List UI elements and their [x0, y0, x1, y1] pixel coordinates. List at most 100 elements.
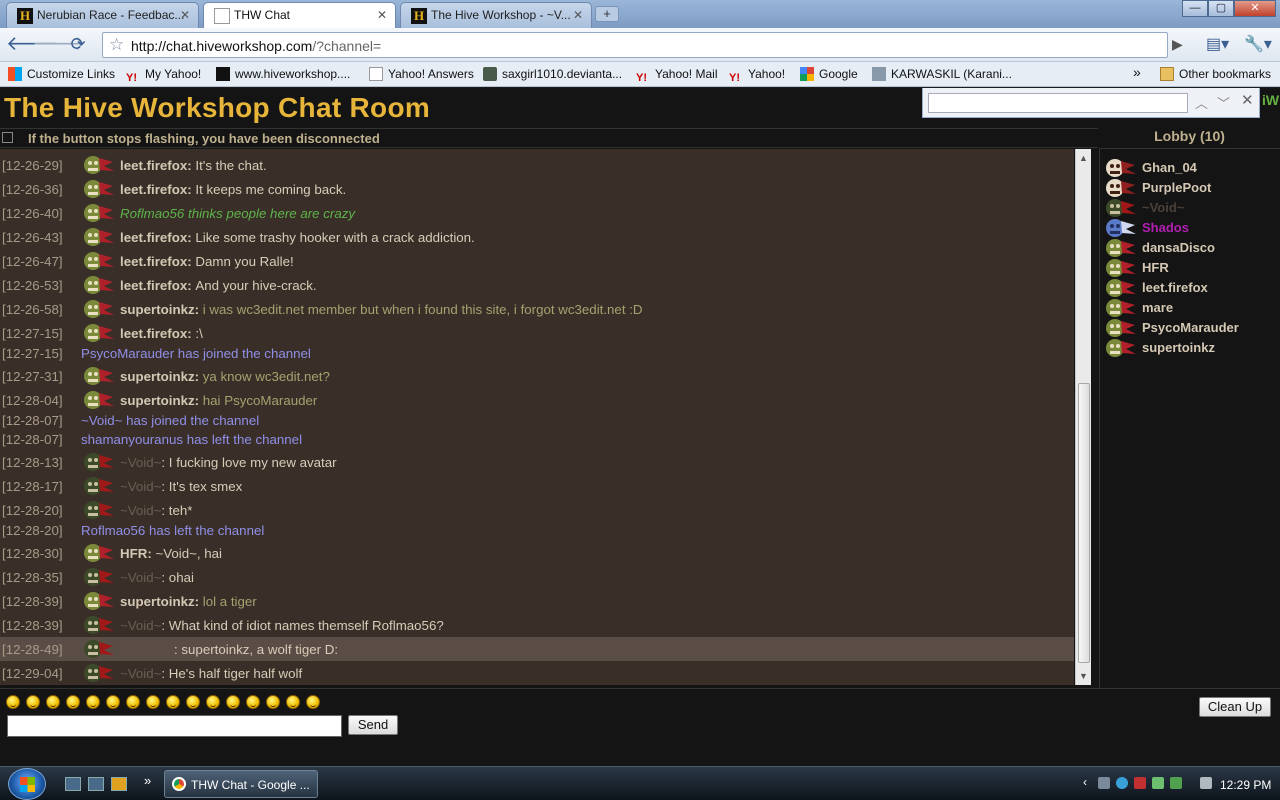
smiley-icon[interactable]	[206, 695, 220, 709]
lobby-username[interactable]: PsycoMarauder	[1142, 320, 1239, 335]
go-arrow-icon[interactable]: ▶	[1172, 36, 1183, 53]
smiley-icon[interactable]	[126, 695, 140, 709]
new-tab-button[interactable]: +	[595, 6, 619, 22]
tray-icon-app[interactable]	[1116, 777, 1128, 789]
media-player-icon[interactable]	[111, 777, 127, 791]
clean-up-button[interactable]: Clean Up	[1199, 697, 1271, 717]
find-previous-icon[interactable]: ︿	[1195, 93, 1208, 112]
bookmark-star-icon[interactable]: ☆	[109, 35, 124, 55]
browser-tab[interactable]: THW Chat ✕	[203, 2, 396, 28]
browser-tab[interactable]: H Nerubian Race - Feedbac... ✕	[6, 2, 199, 28]
lobby-user[interactable]: HFR	[1102, 257, 1280, 277]
user-avatar-icon[interactable]	[82, 451, 116, 473]
lobby-username[interactable]: supertoinkz	[1142, 340, 1215, 355]
bookmark-item[interactable]: Y! Yahoo!	[729, 67, 785, 86]
lobby-user[interactable]: Ghan_04	[1102, 157, 1280, 177]
message-username[interactable]: leet.firefox:	[120, 278, 192, 293]
user-avatar-icon[interactable]	[82, 662, 116, 684]
user-avatar-icon[interactable]	[82, 638, 116, 660]
smiley-icon[interactable]	[106, 695, 120, 709]
lobby-username[interactable]: leet.firefox	[1142, 280, 1208, 295]
message-username[interactable]: leet.firefox:	[120, 326, 192, 341]
forward-button[interactable]: 🡒	[32, 33, 86, 57]
message-username[interactable]: leet.firefox:	[120, 230, 192, 245]
message-username[interactable]: supertoinkz:	[120, 594, 199, 609]
message-username[interactable]: leet.firefox:	[120, 158, 192, 173]
scroll-up-icon[interactable]: ▲	[1079, 153, 1088, 163]
tray-icon-security[interactable]	[1170, 777, 1182, 789]
message-username[interactable]: supertoinkz:	[120, 369, 199, 384]
taskbar-clock[interactable]: 12:29 PM	[1220, 778, 1271, 792]
scroll-down-icon[interactable]: ▼	[1079, 671, 1088, 681]
chat-message-input[interactable]	[7, 715, 342, 737]
smiley-icon[interactable]	[86, 695, 100, 709]
show-desktop-icon[interactable]	[65, 777, 81, 791]
user-avatar-icon[interactable]	[82, 274, 116, 296]
message-username[interactable]: leet.firefox:	[120, 182, 192, 197]
message-username[interactable]: ~Void~	[120, 455, 161, 470]
other-bookmarks[interactable]: Other bookmarks	[1160, 67, 1271, 81]
taskbar-chrome-window[interactable]: THW Chat - Google ...	[164, 770, 318, 798]
tray-icon-update[interactable]	[1152, 777, 1164, 789]
chat-scrollbar[interactable]: ▲ ▼	[1075, 149, 1091, 685]
bookmark-item[interactable]: KARWASKIL (Karani...	[872, 67, 1012, 81]
lobby-user[interactable]: PsycoMarauder	[1102, 317, 1280, 337]
user-avatar-icon[interactable]	[82, 298, 116, 320]
lobby-user[interactable]: Shados	[1102, 217, 1280, 237]
bookmark-item[interactable]: Y! My Yahoo!	[126, 67, 201, 86]
message-username[interactable]: ~Void~	[120, 503, 161, 518]
bookmark-item[interactable]: Yahoo! Answers	[369, 67, 474, 81]
smiley-icon[interactable]	[46, 695, 60, 709]
smiley-icon[interactable]	[286, 695, 300, 709]
more-bookmarks-icon[interactable]: »	[1133, 64, 1141, 80]
message-username[interactable]: ~Void~	[120, 479, 161, 494]
close-tab-icon[interactable]: ✕	[180, 8, 190, 22]
lobby-username[interactable]: HFR	[1142, 260, 1169, 275]
quicklaunch-more-icon[interactable]: »	[144, 773, 151, 788]
user-avatar-icon[interactable]	[82, 590, 116, 612]
message-username[interactable]: HFR:	[120, 546, 152, 561]
lobby-user[interactable]: supertoinkz	[1102, 337, 1280, 357]
scrollbar-thumb[interactable]	[1078, 383, 1090, 663]
bookmark-item[interactable]: saxgirl1010.devianta...	[483, 67, 622, 81]
lobby-username[interactable]: mare	[1142, 300, 1173, 315]
lobby-user[interactable]: mare	[1102, 297, 1280, 317]
reload-button[interactable]: ⟳	[66, 33, 90, 57]
tray-icon-volume[interactable]	[1200, 777, 1212, 789]
smiley-icon[interactable]	[6, 695, 20, 709]
user-avatar-icon[interactable]	[82, 202, 116, 224]
message-username[interactable]: leet.firefox:	[120, 254, 192, 269]
bookmark-item[interactable]: Google	[800, 67, 858, 81]
message-username[interactable]: ~Void~	[120, 666, 161, 681]
lobby-user[interactable]: PurplePoot	[1102, 177, 1280, 197]
smiley-icon[interactable]	[306, 695, 320, 709]
minimize-button[interactable]: —	[1182, 0, 1208, 17]
tray-icon-network[interactable]	[1098, 777, 1110, 789]
lobby-username[interactable]: ~Void~	[1142, 200, 1184, 215]
back-button[interactable]: 🡐	[6, 33, 60, 57]
bookmark-item[interactable]: www.hiveworkshop....	[216, 67, 350, 81]
lobby-user[interactable]: ~Void~	[1102, 197, 1280, 217]
user-avatar-icon[interactable]	[82, 614, 116, 636]
smiley-icon[interactable]	[166, 695, 180, 709]
lobby-username[interactable]: dansaDisco	[1142, 240, 1215, 255]
switch-windows-icon[interactable]	[88, 777, 104, 791]
smiley-icon[interactable]	[146, 695, 160, 709]
address-bar[interactable]: ☆ http://chat.hiveworkshop.com/?channel=	[102, 32, 1168, 58]
user-avatar-icon[interactable]	[82, 389, 116, 411]
find-input[interactable]	[928, 93, 1188, 113]
close-tab-icon[interactable]: ✕	[573, 8, 583, 22]
smiley-icon[interactable]	[66, 695, 80, 709]
lobby-user[interactable]: leet.firefox	[1102, 277, 1280, 297]
smiley-icon[interactable]	[226, 695, 240, 709]
send-button[interactable]: Send	[348, 715, 398, 735]
user-avatar-icon[interactable]	[82, 178, 116, 200]
status-indicator-checkbox[interactable]	[2, 132, 13, 143]
user-avatar-icon[interactable]	[82, 499, 116, 521]
user-avatar-icon[interactable]	[82, 154, 116, 176]
smiley-icon[interactable]	[246, 695, 260, 709]
smiley-icon[interactable]	[266, 695, 280, 709]
message-username[interactable]: ~Void~	[120, 618, 161, 633]
message-username[interactable]: supertoinkz:	[120, 302, 199, 317]
lobby-username[interactable]: Shados	[1142, 220, 1189, 235]
